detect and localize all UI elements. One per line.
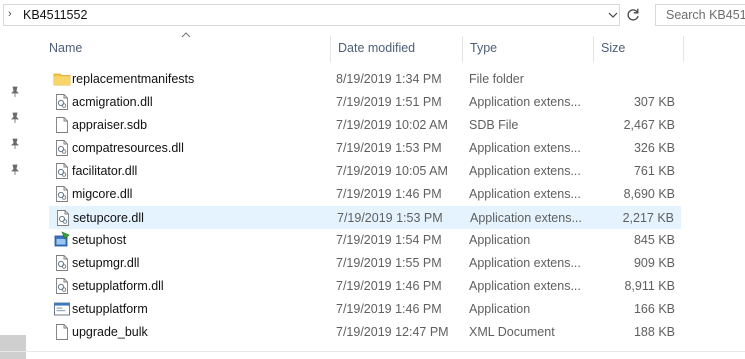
file-size: 8,911 KB	[624, 279, 675, 293]
folder-icon	[53, 70, 71, 88]
pin-icon[interactable]	[9, 86, 21, 98]
file-name: upgrade_bulk	[72, 325, 148, 339]
file-size: 2,217 KB	[622, 211, 674, 225]
file-type: Application	[469, 302, 531, 316]
file-row[interactable]: appraiser.sdb 7/19/2019 10:02 AM SDB File 2…	[49, 114, 681, 137]
file-date-modified: 7/19/2019 1:46 PM	[336, 187, 442, 201]
file-date-modified: 7/19/2019 1:51 PM	[336, 95, 442, 109]
dll-file-icon	[53, 162, 71, 180]
column-header-size-label: Size	[601, 41, 626, 55]
file-name: setupcore.dll	[73, 211, 144, 225]
file-name: setupplatform.dll	[72, 279, 164, 293]
search-input[interactable]: Search KB451	[655, 4, 745, 26]
file-type: Application extens...	[469, 141, 581, 155]
setup-app-icon	[53, 231, 71, 249]
file-size: 166 KB	[633, 302, 675, 316]
file-type: Application extens...	[469, 256, 581, 270]
file-date-modified: 8/19/2019 1:34 PM	[336, 72, 442, 86]
file-name: setupplatform	[72, 302, 148, 316]
nav-selected-item[interactable]	[0, 335, 26, 359]
dll-file-icon	[53, 277, 71, 295]
file-row[interactable]: upgrade_bulk 7/19/2019 12:47 PM XML Docume…	[49, 321, 681, 344]
file-size: 307 KB	[633, 95, 675, 109]
file-row[interactable]: setupplatform.dll 7/19/2019 1:46 PM Applic…	[49, 275, 681, 298]
blank-file-icon	[53, 323, 71, 341]
address-bar[interactable]: › KB4511552	[3, 4, 620, 26]
dll-file-icon	[53, 185, 71, 203]
file-size: 761 KB	[633, 164, 675, 178]
file-row[interactable]: setupplatform 7/19/2019 1:46 PM Applicatio…	[49, 298, 681, 321]
file-name: acmigration.dll	[72, 95, 153, 109]
file-size: 845 KB	[633, 233, 675, 247]
file-type: Application extens...	[469, 187, 581, 201]
navigation-pane	[0, 30, 35, 359]
breadcrumb-chevron-icon[interactable]: ›	[8, 8, 12, 20]
toolbar: › KB4511552 Search KB451	[0, 0, 745, 30]
file-row[interactable]: acmigration.dll 7/19/2019 1:51 PM Applicat…	[49, 91, 681, 114]
file-type: Application extens...	[469, 164, 581, 178]
file-list: replacementmanifests 8/19/2019 1:34 PM Fil…	[49, 68, 681, 344]
file-date-modified: 7/19/2019 1:53 PM	[337, 211, 443, 225]
app-window-icon	[53, 300, 71, 318]
file-type: Application extens...	[469, 279, 581, 293]
file-type: XML Document	[469, 325, 555, 339]
dll-file-icon	[53, 93, 71, 111]
file-name: setupmgr.dll	[72, 256, 140, 270]
blank-file-icon	[53, 116, 71, 134]
file-date-modified: 7/19/2019 12:47 PM	[336, 325, 449, 339]
file-type: File folder	[469, 72, 524, 86]
file-size: 2,467 KB	[623, 118, 675, 132]
file-name: setuphost	[72, 233, 127, 247]
file-name: appraiser.sdb	[72, 118, 148, 132]
file-date-modified: 7/19/2019 1:55 PM	[336, 256, 442, 270]
column-header-type-label: Type	[470, 41, 498, 55]
dll-file-icon	[53, 139, 71, 157]
refresh-icon[interactable]	[624, 6, 642, 24]
column-header-size[interactable]: Size	[593, 36, 683, 62]
file-type: Application extens...	[470, 211, 582, 225]
column-divider[interactable]	[683, 36, 684, 62]
divider	[0, 351, 745, 352]
column-header-date[interactable]: Date modified	[330, 36, 462, 62]
file-date-modified: 7/19/2019 1:46 PM	[336, 279, 442, 293]
column-header-date-label: Date modified	[338, 41, 416, 55]
file-size: 909 KB	[633, 256, 675, 270]
file-name: replacementmanifests	[72, 72, 195, 86]
pin-icon[interactable]	[9, 164, 21, 176]
pin-icon[interactable]	[9, 112, 21, 124]
pin-icon[interactable]	[9, 138, 21, 150]
file-type: SDB File	[469, 118, 519, 132]
search-placeholder: Search KB451	[666, 8, 745, 22]
file-size: 326 KB	[633, 141, 675, 155]
file-name: compatresources.dll	[72, 141, 184, 155]
file-type: Application extens...	[469, 95, 581, 109]
address-dropdown-icon[interactable]	[606, 8, 620, 22]
dll-file-icon	[54, 209, 72, 227]
file-row[interactable]: setuphost 7/19/2019 1:54 PM Application 845…	[49, 229, 681, 252]
column-header-type[interactable]: Type	[462, 36, 593, 62]
file-date-modified: 7/19/2019 1:46 PM	[336, 302, 442, 316]
file-row[interactable]: compatresources.dll 7/19/2019 1:53 PM Appl…	[49, 137, 681, 160]
column-header-name-label: Name	[49, 41, 83, 55]
file-type: Application	[469, 233, 531, 247]
file-row[interactable]: replacementmanifests 8/19/2019 1:34 PM Fil…	[49, 68, 681, 91]
file-size: 8,690 KB	[623, 187, 675, 201]
file-row[interactable]: setupcore.dll 7/19/2019 1:53 PM Applicatio…	[49, 206, 681, 229]
file-date-modified: 7/19/2019 10:02 AM	[336, 118, 448, 132]
file-row[interactable]: setupmgr.dll 7/19/2019 1:55 PM Application…	[49, 252, 681, 275]
file-name: migcore.dll	[72, 187, 133, 201]
file-row[interactable]: facilitator.dll 7/19/2019 10:05 AM Applica…	[49, 160, 681, 183]
file-date-modified: 7/19/2019 10:05 AM	[336, 164, 448, 178]
breadcrumb-path[interactable]: KB4511552	[23, 8, 87, 22]
file-date-modified: 7/19/2019 1:54 PM	[336, 233, 442, 247]
file-size: 188 KB	[633, 325, 675, 339]
file-date-modified: 7/19/2019 1:53 PM	[336, 141, 442, 155]
file-row[interactable]: migcore.dll 7/19/2019 1:46 PM Application …	[49, 183, 681, 206]
file-name: facilitator.dll	[72, 164, 138, 178]
dll-file-icon	[53, 254, 71, 272]
column-header-name[interactable]: Name	[41, 36, 330, 62]
